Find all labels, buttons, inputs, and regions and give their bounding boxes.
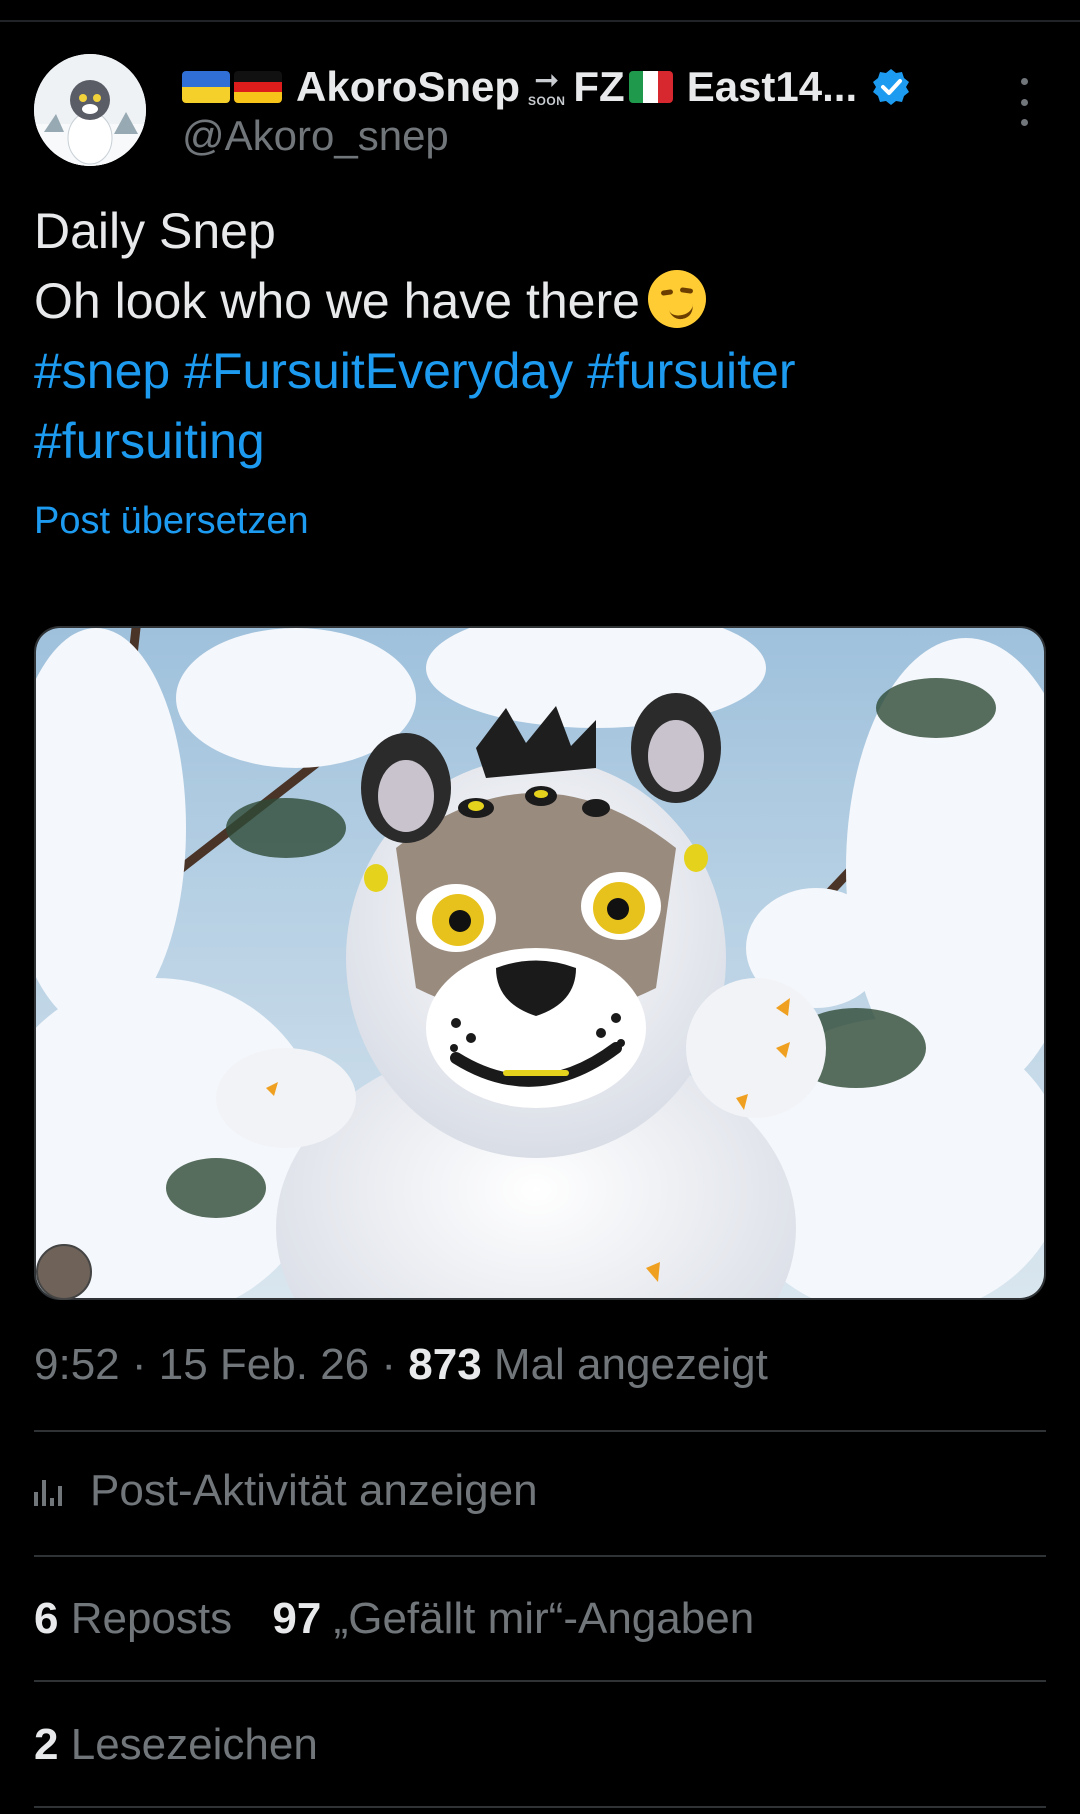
hashtag-fursuiting[interactable]: #fursuiting [34,413,265,469]
bookmarks-label: Lesezeichen [70,1720,318,1769]
divider [34,1806,1046,1808]
post-line-2-text: Oh look who we have there [34,273,640,329]
smirking-face-emoji-icon [647,270,706,328]
top-divider [0,20,1080,22]
bookmarks-stat[interactable]: 2 Lesezeichen [34,1720,318,1770]
author-display-name: AkoroSnep [296,63,521,110]
post-stats: 6 Reposts 97 „Gefällt mir“-Angaben [34,1594,754,1644]
author-name-row[interactable]: AkoroSnep ➞ SOON FZ East14... [182,58,911,116]
post-activity-link[interactable]: Post-Aktivität anzeigen [34,1466,538,1516]
hashtag-line-1: #snep #FursuitEveryday #fursuiter [34,336,1034,406]
post-line-2: Oh look who we have there [34,266,1034,336]
post-meta: 9:52 · 15 Feb. 26 · 873 Mal angezeigt [34,1340,768,1390]
soon-label: SOON [528,94,566,108]
reposts-stat[interactable]: 6 Reposts [34,1594,244,1643]
hashtag-snep[interactable]: #snep [34,343,170,399]
bookmarks-count: 2 [34,1720,59,1769]
post-photo[interactable] [34,626,1046,1300]
media-tagged-avatar[interactable] [36,1244,92,1300]
germany-flag-icon [234,71,282,103]
translate-post-link[interactable]: Post übersetzen [34,500,309,543]
likes-count: 97 [272,1594,322,1643]
reposts-label: Reposts [70,1594,233,1643]
post-activity-label: Post-Aktivität anzeigen [90,1466,538,1515]
likes-stat[interactable]: 97 „Gefällt mir“-Angaben [272,1594,754,1643]
divider [34,1680,1046,1682]
meta-separator: · [381,1340,409,1389]
ukraine-flag-icon [182,71,230,103]
hashtag-fursuiteveryday[interactable]: #FursuitEveryday [184,343,573,399]
divider [34,1555,1046,1557]
author-name-team: FZ [573,63,625,110]
author-name-rest: East14... [686,63,858,110]
divider [34,1430,1046,1432]
likes-label: „Gefällt mir“-Angaben [333,1594,755,1643]
hashtag-fursuiter[interactable]: #fursuiter [587,343,795,399]
view-count-label: Mal angezeigt [493,1340,768,1389]
author-avatar[interactable] [34,54,146,166]
soon-arrow-icon: ➞ SOON [528,64,566,108]
author-handle[interactable]: @Akoro_snep [182,112,449,160]
analytics-bars-icon [34,1476,70,1506]
post-text: Daily Snep Oh look who we have there #sn… [34,196,1034,476]
italy-flag-icon [628,71,673,103]
post-date[interactable]: 15 Feb. 26 [159,1340,369,1389]
view-count: 873 [408,1340,482,1389]
verified-badge-icon [871,67,911,107]
hashtag-line-2: #fursuiting [34,406,1034,476]
post-line-1: Daily Snep [34,203,276,259]
meta-separator: · [131,1340,159,1389]
post-time[interactable]: 9:52 [34,1340,120,1389]
reposts-count: 6 [34,1594,59,1643]
more-icon[interactable] [1010,78,1038,126]
